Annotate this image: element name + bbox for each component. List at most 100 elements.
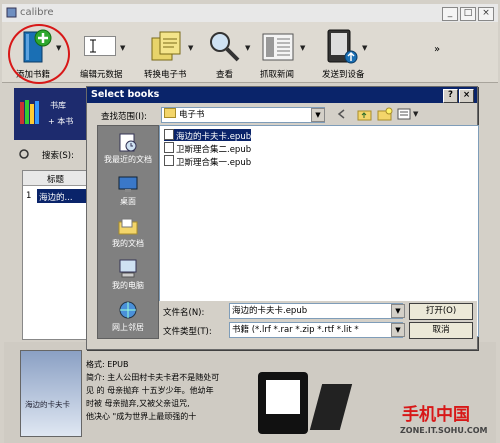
place-network[interactable]: 网上邻居 (98, 298, 158, 342)
file-icon (164, 142, 174, 153)
fetch-news-label: 抓取新闻 (260, 70, 295, 80)
edit-metadata-button[interactable] (84, 36, 116, 56)
details-line: 简介: 主人公田村卡夫卡君不是随处可 (86, 373, 220, 382)
convert-icon (151, 31, 181, 61)
title-column-header[interactable]: 标题 (47, 173, 64, 185)
search-label: 搜索(S): (42, 151, 74, 161)
fetch-news-dropdown-icon[interactable]: ▼ (300, 44, 305, 52)
lookin-combo[interactable]: 电子书 (161, 107, 325, 123)
file-item[interactable]: 海边的卡夫卡.epub (164, 129, 252, 142)
device-image (258, 372, 308, 434)
place-my-documents[interactable]: 我的文档 (98, 214, 158, 258)
recent-documents-icon (119, 133, 137, 152)
send-to-device-dropdown-icon[interactable]: ▼ (362, 44, 367, 52)
filetype-label: 文件类型(T): (163, 327, 212, 337)
search-options-icon[interactable] (18, 148, 32, 160)
places-bar: 我最近的文档 桌面 我的文档 我的电脑 网上邻居 (97, 125, 159, 339)
filename-input[interactable]: 海边的卡夫卡.epub (229, 303, 403, 319)
fetch-news-button[interactable] (260, 28, 296, 64)
convert-books-button[interactable] (148, 28, 184, 64)
place-desktop[interactable]: 桌面 (98, 172, 158, 216)
select-books-dialog: Select books ? × 查找范围(I): 电子书 ▼ ▼ 我最近的文档… (86, 86, 479, 350)
send-to-device-button[interactable] (322, 26, 360, 66)
lookin-label: 查找范围(I): (101, 112, 148, 122)
filetype-dropdown-icon[interactable]: ▼ (391, 323, 405, 337)
filename-dropdown-icon[interactable]: ▼ (391, 304, 405, 318)
folder-icon (164, 108, 176, 118)
maximize-button[interactable]: □ (460, 7, 476, 21)
dialog-close-button[interactable]: × (459, 89, 474, 103)
up-folder-icon[interactable] (357, 107, 373, 121)
place-label: 网上邻居 (112, 323, 144, 332)
help-button[interactable]: ? (443, 89, 458, 103)
view-button[interactable] (206, 28, 242, 64)
table-header: 标题 (23, 171, 93, 186)
file-item[interactable]: 卫斯理合集一.epub (164, 155, 251, 168)
file-item[interactable]: 卫斯理合集二.epub (164, 142, 252, 155)
cancel-button[interactable]: 取消 (409, 322, 473, 339)
highlight-circle (8, 24, 70, 84)
library-count: + 本书 (48, 117, 74, 126)
search-row: 搜索(S): (14, 144, 86, 164)
view-dropdown-icon[interactable]: ▼ (245, 44, 250, 52)
desktop-icon (118, 176, 138, 192)
newspaper-icon (262, 33, 294, 61)
place-my-computer[interactable]: 我的电脑 (98, 256, 158, 300)
book-cover[interactable]: 海边的卡夫卡 (20, 350, 82, 437)
filetype-select[interactable]: 书籍 (*.lrf *.rar *.zip *.rtf *.lit * (229, 322, 403, 338)
details-line: 他决心 "成为世界上最顽强的十 (86, 412, 197, 421)
row-number: 1 (26, 191, 32, 201)
dialog-title: Select books (91, 89, 160, 100)
minimize-button[interactable]: _ (442, 7, 458, 21)
file-icon (164, 155, 174, 166)
file-name: 卫斯理合集二.epub (176, 145, 252, 155)
edit-metadata-label: 编辑元数据 (80, 70, 123, 80)
details-line: 见 的 母亲抛弃 十五岁少年。他幼年 (86, 386, 214, 395)
lookin-dropdown-icon[interactable]: ▼ (311, 108, 325, 122)
book-cover-title: 海边的卡夫卡 (25, 400, 70, 409)
close-button[interactable]: × (478, 7, 494, 21)
my-computer-icon (119, 259, 137, 278)
view-menu-dropdown-icon[interactable]: ▼ (413, 110, 418, 118)
device-screen (266, 380, 300, 414)
back-icon[interactable] (335, 107, 349, 121)
watermark: 手机中国 ZONE.IT.SOHU.COM (386, 398, 496, 443)
details-line: 时被 母亲抛弃,又被父亲诅咒, (86, 399, 190, 408)
dialog-titlebar: Select books ? × (87, 87, 477, 103)
place-label: 我的文档 (112, 239, 144, 248)
text-cursor-icon (90, 39, 96, 53)
file-name: 海边的卡夫卡.epub (176, 132, 252, 142)
filename-label: 文件名(N): (163, 308, 205, 318)
open-button[interactable]: 打开(O) (409, 303, 473, 320)
library-panel[interactable]: 书库 + 本书 (14, 88, 86, 140)
magnifier-icon (210, 32, 240, 62)
toolbar-overflow-icon[interactable]: » (434, 44, 440, 55)
network-places-icon (119, 301, 137, 319)
book-details-text: 格式: EPUB 简介: 主人公田村卡夫卡君不是随处可 见 的 母亲抛弃 十五岁… (86, 358, 266, 438)
place-label: 我的电脑 (112, 281, 144, 290)
calibre-logo-icon (6, 7, 17, 18)
send-to-device-label: 发送到设备 (322, 70, 365, 80)
place-label: 桌面 (120, 197, 136, 206)
watermark-sub: ZONE.IT.SOHU.COM (400, 426, 488, 435)
library-books-icon (20, 100, 39, 124)
view-label: 查看 (216, 70, 234, 80)
file-icon (164, 129, 174, 140)
watermark-main: 手机中国 (402, 405, 470, 425)
my-documents-icon (118, 218, 138, 235)
toolbar: ▼ 添加书籍 ▼ 编辑元数据 ▼ 转换电子书 ▼ 查看 ▼ 抓取新闻 ▼ 发送到… (2, 22, 498, 83)
new-folder-icon[interactable] (377, 107, 393, 121)
view-menu-icon[interactable] (397, 107, 413, 121)
main-titlebar: calibre _ □ × (2, 4, 498, 23)
details-line: 格式: EPUB (86, 360, 129, 369)
book-table[interactable]: 标题 1 海边的... (22, 170, 94, 340)
window-title: calibre (20, 7, 54, 18)
convert-dropdown-icon[interactable]: ▼ (188, 44, 193, 52)
library-label: 书库 (50, 101, 66, 110)
lookin-value: 电子书 (179, 110, 205, 120)
edit-metadata-dropdown-icon[interactable]: ▼ (120, 44, 125, 52)
place-recent[interactable]: 我最近的文档 (98, 130, 158, 174)
place-label: 我最近的文档 (104, 155, 152, 164)
row-title: 海边的... (39, 193, 73, 203)
table-row[interactable]: 海边的... (37, 189, 93, 203)
